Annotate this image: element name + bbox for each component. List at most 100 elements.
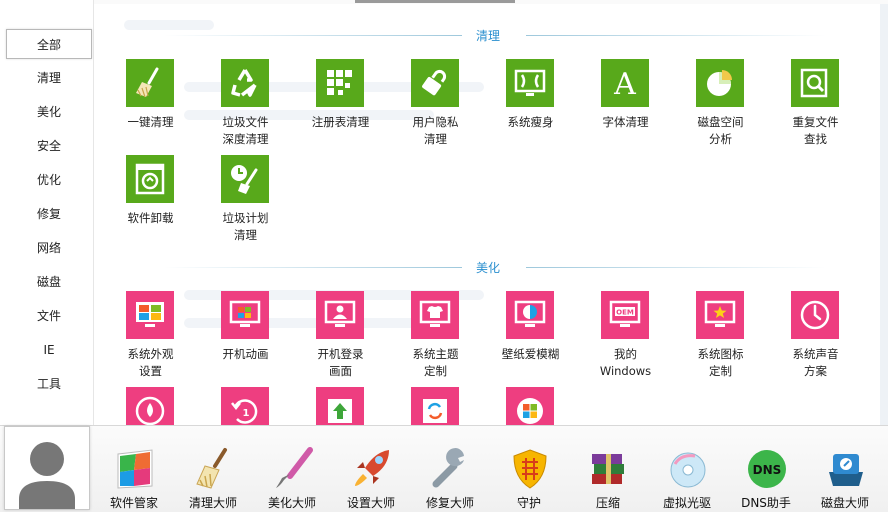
restore-icon: 1 [221,387,269,425]
sidebar-item-network[interactable]: 网络 [6,233,92,263]
sidebar-item-clean[interactable]: 清理 [6,63,92,93]
tool-tile-junk-deep-clean[interactable]: 垃圾文件 深度清理 [198,59,293,155]
sidebar-item-disk[interactable]: 磁盘 [6,267,92,297]
sidebar-item-beautify[interactable]: 美化 [6,97,92,127]
tool-tile-partial-1[interactable] [103,387,198,425]
tool-tile-scheduled-clean[interactable]: 垃圾计划 清理 [198,155,293,251]
svg-text:A: A [613,67,636,100]
tool-label: 系统瘦身 [507,115,554,129]
login-screen-icon [316,291,364,339]
sidebar-item-ie[interactable]: IE [6,335,92,365]
svg-text:OEM: OEM [616,309,634,317]
window-drag-indicator [355,0,515,3]
tool-label: 系统图标 定制 [697,347,744,378]
user-avatar[interactable] [4,426,90,510]
tool-tile-partial-3[interactable] [293,387,388,425]
tool-tile-boot-animation[interactable]: 开机动画 [198,291,293,387]
theme-shirt-icon [411,291,459,339]
tool-tile-partial-2[interactable]: 1 [198,387,293,425]
tools-panel: 清理 一键清理 垃圾文件 深度清理 注册表清理 用户隐私 清理 系统瘦身 A 字… [94,4,880,425]
dns-icon: DNS [744,446,790,492]
tool-label: 垃圾文件 深度清理 [222,115,269,146]
dock-label: 磁盘大师 [820,496,869,510]
tool-tile-privacy-clean[interactable]: 用户隐私 清理 [388,59,483,155]
dock-item-virtual-drive[interactable]: 虚拟光驱 [648,444,726,510]
bottom-dock: 软件管家 清理大师 美化大师 设置大师 修复大师 守护 压缩 虚拟光驱 DNS … [0,425,888,512]
category-sidebar: 全部 清理 美化 安全 优化 修复 网络 磁盘 文件 IE 工具 [0,0,94,425]
tool-tile-uninstall[interactable]: 软件卸载 [103,155,198,251]
tool-tile-wallpaper[interactable]: 壁纸爱模糊 [483,291,578,387]
tool-tile-my-windows[interactable]: OEM 我的 Windows [578,291,673,387]
dock-item-repair-master[interactable]: 修复大师 [411,444,489,510]
slim-screen-icon [506,59,554,107]
section-divider-left [164,267,462,268]
wallpaper-icon [506,291,554,339]
sidebar-item-file[interactable]: 文件 [6,301,92,331]
tool-tile-duplicate-finder[interactable]: 重复文件 查找 [768,59,863,155]
section-header-beautify: 美化 [94,257,880,277]
dock-label: 压缩 [595,496,620,510]
dock-item-clean-master[interactable]: 清理大师 [174,444,252,510]
tool-tile-login-screen[interactable]: 开机登录 画面 [293,291,388,387]
sidebar-item-all[interactable]: 全部 [6,29,92,59]
drop-icon [126,387,174,425]
sidebar-item-tools[interactable]: 工具 [6,369,92,399]
sidebar-item-optimize[interactable]: 优化 [6,165,92,195]
tool-label: 壁纸爱模糊 [501,347,560,361]
tool-label: 系统主题 定制 [412,347,459,378]
tool-tile-partial-5[interactable] [483,387,578,425]
dock-item-guard[interactable]: 守护 [490,444,568,510]
upload-arrow-icon [316,387,364,425]
tool-label: 开机登录 画面 [317,347,364,378]
disk-icon [823,446,869,492]
cleaning-brush-icon [191,446,237,492]
recycle-icon [221,59,269,107]
dock-label: 美化大师 [267,496,316,510]
tool-tile-sound-scheme[interactable]: 系统声音 方案 [768,291,863,387]
rocket-icon [349,446,395,492]
disc-icon [665,446,711,492]
uninstall-bin-icon [126,155,174,203]
dock-item-dns-helper[interactable]: DNS DNS助手 [727,444,805,510]
tool-tile-disk-analysis[interactable]: 磁盘空间 分析 [673,59,768,155]
tool-tile-partial-4[interactable] [388,387,483,425]
pie-chart-icon [696,59,744,107]
font-icon: A [601,59,649,107]
user-silhouette-icon [19,442,75,509]
tool-tile-system-icons[interactable]: 系统图标 定制 [673,291,768,387]
oem-icon: OEM [601,291,649,339]
tool-tile-one-click-clean[interactable]: 一键清理 [103,59,198,155]
tool-tile-appearance[interactable]: 系统外观 设置 [103,291,198,387]
dock-label: 守护 [516,496,541,510]
tool-label: 磁盘空间 分析 [697,115,744,146]
section-divider-left [164,35,462,36]
section-title-beautify: 美化 [475,261,500,275]
dock-item-software-manager[interactable]: 软件管家 [95,444,173,510]
sidebar-item-security[interactable]: 安全 [6,131,92,161]
dock-label: 虚拟光驱 [662,496,711,510]
dock-item-beautify-master[interactable]: 美化大师 [253,444,331,510]
windows-logo-icon [506,387,554,425]
shield-icon [507,446,553,492]
dock-item-settings-master[interactable]: 设置大师 [332,444,410,510]
appearance-icon [126,291,174,339]
sound-clock-icon [791,291,839,339]
tool-label: 系统声音 方案 [792,347,839,378]
sidebar-item-repair[interactable]: 修复 [6,199,92,229]
tool-tile-registry-clean[interactable]: 注册表清理 [293,59,388,155]
scheduled-clean-icon [221,155,269,203]
tool-tile-theme[interactable]: 系统主题 定制 [388,291,483,387]
tool-label: 我的 Windows [599,347,652,378]
tool-label: 用户隐私 清理 [412,115,459,146]
section-divider-right [526,267,826,268]
dock-item-disk-master[interactable]: 磁盘大师 [806,444,884,510]
dock-label: DNS助手 [741,496,791,510]
tool-tile-system-slim[interactable]: 系统瘦身 [483,59,578,155]
privacy-lock-icon [411,59,459,107]
tool-label: 字体清理 [602,115,649,129]
svg-text:1: 1 [243,408,250,419]
tool-tile-font-clean[interactable]: A 字体清理 [578,59,673,155]
boot-animation-icon [221,291,269,339]
dock-item-compress[interactable]: 压缩 [569,444,647,510]
paint-brush-icon [270,446,316,492]
